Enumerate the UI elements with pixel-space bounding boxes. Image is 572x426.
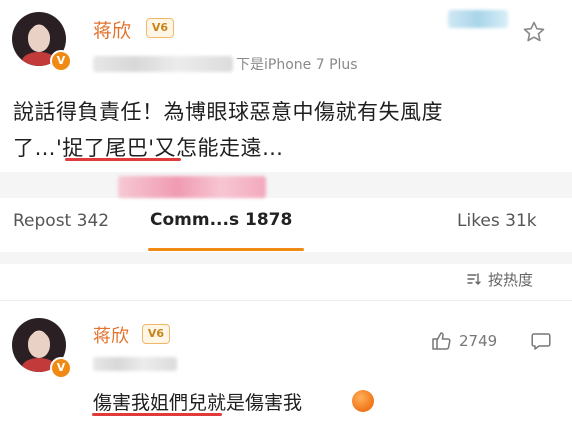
divider: [0, 300, 572, 301]
comment-like-count: 2749: [459, 332, 498, 350]
comment-bubble-icon[interactable]: [530, 330, 552, 352]
verified-badge-icon: V: [50, 357, 72, 379]
blurred-timestamp: [93, 357, 177, 371]
blurred-decoration: [448, 10, 508, 28]
author-name[interactable]: 蒋欣: [93, 16, 131, 43]
separator-band: [0, 252, 572, 264]
sort-icon[interactable]: [466, 271, 482, 287]
post-source: 下是iPhone 7 Plus: [236, 57, 358, 73]
orange-emoji-icon: [352, 390, 374, 412]
level-badge: V6: [146, 18, 174, 38]
tab-repost[interactable]: Repost 342: [13, 211, 109, 231]
level-badge: V6: [142, 324, 170, 344]
active-tab-indicator: [148, 248, 304, 251]
post-body-line1: 說話得負責任！為博眼球惡意中傷就有失風度: [13, 100, 443, 124]
comment-author-name[interactable]: 蒋欣: [93, 322, 129, 348]
sort-by-popularity[interactable]: 按热度: [488, 269, 533, 290]
highlighted-phrase: 傷害我姐們兒: [93, 392, 208, 414]
comment-text: 傷害我姐們兒就是傷害我: [93, 388, 302, 415]
post-body-text: 了…: [13, 136, 56, 160]
tab-likes[interactable]: Likes 31k: [457, 211, 537, 231]
separator-band: [0, 172, 572, 198]
tab-comments[interactable]: Comm...s 1878: [150, 210, 292, 230]
thumbs-up-icon[interactable]: [430, 330, 452, 352]
blurred-sticker: [118, 176, 266, 198]
red-underline: [65, 158, 181, 161]
post-body-text: 又怎能走遠…: [154, 136, 284, 160]
star-icon[interactable]: [522, 20, 546, 44]
red-underline: [92, 413, 222, 416]
verified-badge-icon: V: [50, 50, 72, 72]
comment-text-rest: 就是傷害我: [207, 392, 303, 414]
blurred-timestamp: [93, 56, 233, 72]
highlighted-phrase: '捉了尾巴': [56, 136, 155, 160]
